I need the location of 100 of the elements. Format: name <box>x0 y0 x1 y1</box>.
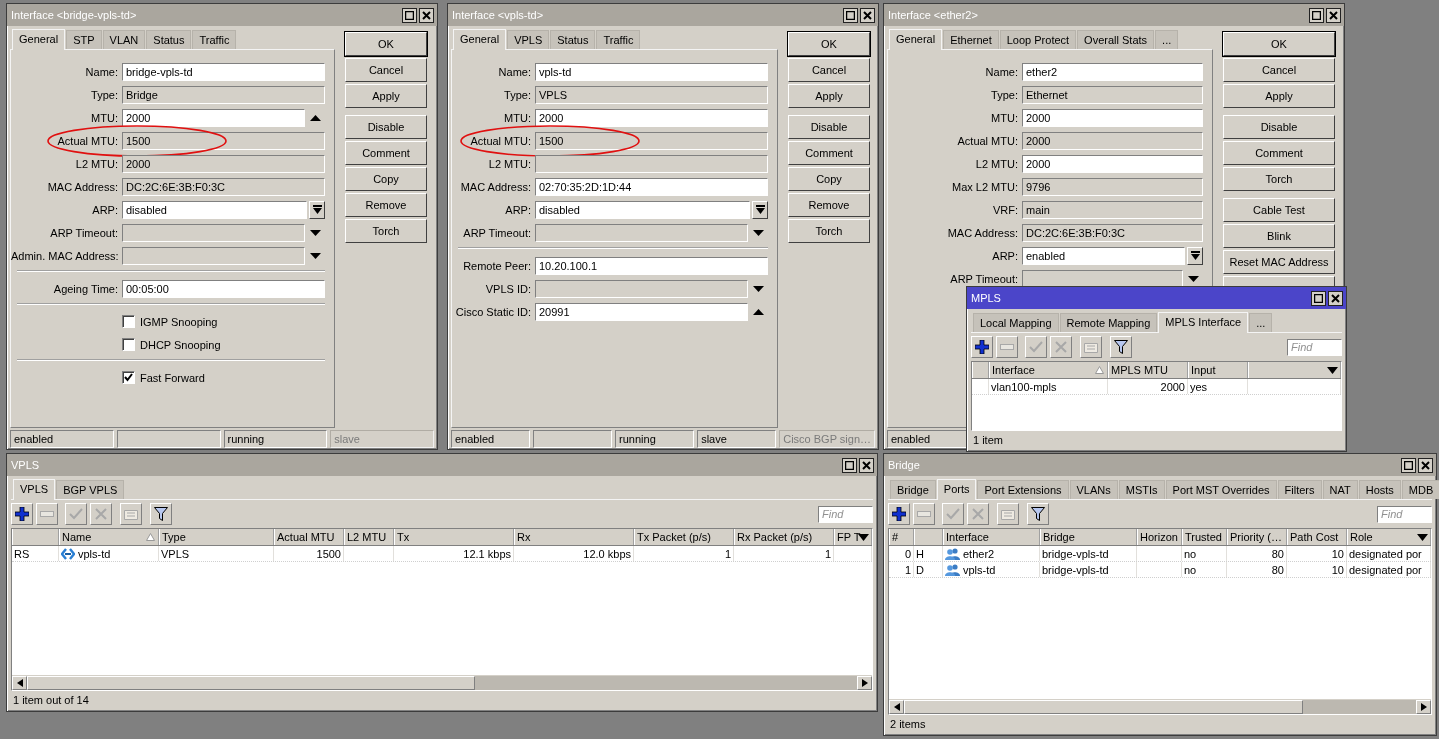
dialog-button[interactable]: Apply <box>788 84 870 108</box>
tab[interactable]: ... <box>1155 30 1179 49</box>
find-field[interactable]: Find <box>818 505 873 523</box>
column-header[interactable]: Path Cost <box>1287 529 1347 545</box>
input-field[interactable] <box>535 154 768 173</box>
dialog-button[interactable]: OK <box>788 32 870 56</box>
column-menu-icon[interactable] <box>1327 367 1338 374</box>
column-menu-icon[interactable] <box>1417 534 1428 541</box>
input-field[interactable]: Bridge <box>122 85 325 104</box>
find-field[interactable]: Find <box>1287 338 1342 356</box>
column-header[interactable]: Priority (… <box>1227 529 1287 545</box>
down-arrow-icon[interactable] <box>309 229 321 236</box>
dialog-button[interactable]: Torch <box>788 219 870 243</box>
column-header[interactable] <box>972 362 989 378</box>
tab[interactable]: STP <box>66 30 102 49</box>
input-field[interactable]: disabled <box>535 200 750 219</box>
dialog-button[interactable]: Copy <box>345 167 427 191</box>
tab[interactable]: General <box>453 29 507 50</box>
column-header[interactable]: Tx <box>394 529 514 545</box>
find-field[interactable]: Find <box>1377 505 1432 523</box>
tab[interactable]: Port Extensions <box>977 480 1069 499</box>
maximize-button[interactable] <box>1401 457 1416 473</box>
tab[interactable]: Port MST Overrides <box>1165 480 1277 499</box>
tab[interactable]: Status <box>550 30 596 49</box>
maximize-button[interactable] <box>843 7 858 23</box>
input-field[interactable]: DC:2C:6E:3B:F0:3C <box>1022 223 1203 242</box>
input-field[interactable]: 2000 <box>1022 154 1203 173</box>
dropdown-button[interactable] <box>1187 246 1203 265</box>
checkbox[interactable] <box>122 371 135 384</box>
up-arrow-icon[interactable] <box>309 114 321 121</box>
input-field[interactable]: VPLS <box>535 85 768 104</box>
dialog-button[interactable]: Cancel <box>788 58 870 82</box>
horizontal-scrollbar[interactable] <box>889 699 1431 714</box>
filter-button[interactable] <box>1110 336 1132 358</box>
horizontal-scrollbar[interactable] <box>12 675 872 690</box>
down-arrow-icon[interactable] <box>309 252 321 259</box>
input-field[interactable]: 1500 <box>122 131 325 150</box>
dialog-button[interactable]: OK <box>1223 32 1335 56</box>
maximize-button[interactable] <box>402 7 417 23</box>
input-field[interactable]: disabled <box>122 200 307 219</box>
dialog-button[interactable]: Cancel <box>345 58 427 82</box>
down-arrow-icon[interactable] <box>1187 275 1199 282</box>
input-field[interactable]: 1500 <box>535 131 768 150</box>
dialog-button[interactable]: Remove <box>788 193 870 217</box>
add-button[interactable] <box>888 503 910 525</box>
input-field[interactable] <box>535 223 748 242</box>
column-header[interactable]: Interface <box>943 529 1040 545</box>
tab[interactable]: Ports <box>936 479 977 500</box>
input-field[interactable] <box>535 279 748 298</box>
column-header[interactable]: Rx Packet (p/s) <box>734 529 834 545</box>
input-field[interactable]: 2000 <box>1022 131 1203 150</box>
down-arrow-icon[interactable] <box>752 285 764 292</box>
tab[interactable]: MSTIs <box>1118 480 1165 499</box>
tab[interactable]: VPLS <box>507 30 550 49</box>
down-arrow-icon[interactable] <box>752 229 764 236</box>
tab[interactable]: Local Mapping <box>973 313 1059 332</box>
close-button[interactable] <box>1326 7 1341 23</box>
tab[interactable]: BGP VPLS <box>56 480 125 499</box>
input-field[interactable]: 2000 <box>1022 108 1203 127</box>
scroll-right-icon[interactable] <box>861 679 868 687</box>
scroll-right-icon[interactable] <box>1420 703 1427 711</box>
input-field[interactable]: 02:70:35:2D:1D:44 <box>535 177 768 196</box>
input-field[interactable]: main <box>1022 200 1203 219</box>
tab[interactable]: Status <box>146 30 192 49</box>
tab[interactable]: MDB <box>1401 480 1439 499</box>
column-header[interactable]: Name <box>59 529 159 545</box>
close-button[interactable] <box>860 7 875 23</box>
close-button[interactable] <box>1328 290 1343 306</box>
input-field[interactable]: 2000 <box>535 108 768 127</box>
maximize-button[interactable] <box>1311 290 1326 306</box>
input-field[interactable]: Ethernet <box>1022 85 1203 104</box>
dialog-button[interactable]: Copy <box>788 167 870 191</box>
input-field[interactable]: 00:05:00 <box>122 279 325 298</box>
tab[interactable]: Hosts <box>1358 480 1401 499</box>
tab[interactable]: General <box>12 29 66 50</box>
column-header[interactable]: Actual MTU <box>274 529 344 545</box>
input-field[interactable]: DC:2C:6E:3B:F0:3C <box>122 177 325 196</box>
tab[interactable]: Filters <box>1277 480 1322 499</box>
tab[interactable]: Ethernet <box>943 30 999 49</box>
tab[interactable]: Loop Protect <box>999 30 1077 49</box>
scroll-left-icon[interactable] <box>893 703 900 711</box>
tab[interactable]: MPLS Interface <box>1158 312 1249 333</box>
column-header[interactable]: Type <box>159 529 274 545</box>
input-field[interactable]: bridge-vpls-td <box>122 62 325 81</box>
dropdown-button[interactable] <box>752 200 768 219</box>
tab[interactable]: VPLS <box>13 479 56 500</box>
input-field[interactable]: 9796 <box>1022 177 1203 196</box>
column-header[interactable]: Horizon <box>1137 529 1182 545</box>
close-button[interactable] <box>1418 457 1433 473</box>
tab[interactable]: Bridge <box>890 480 936 499</box>
close-button[interactable] <box>859 457 874 473</box>
dialog-button[interactable]: Disable <box>1223 115 1335 139</box>
dropdown-button[interactable] <box>309 200 325 219</box>
dialog-button[interactable]: Torch <box>345 219 427 243</box>
tab[interactable]: VLANs <box>1069 480 1118 499</box>
dialog-button[interactable]: Torch <box>1223 167 1335 191</box>
filter-button[interactable] <box>1027 503 1049 525</box>
input-field[interactable]: 2000 <box>122 108 305 127</box>
column-header[interactable]: Input <box>1188 362 1248 378</box>
dialog-button[interactable]: Disable <box>345 115 427 139</box>
